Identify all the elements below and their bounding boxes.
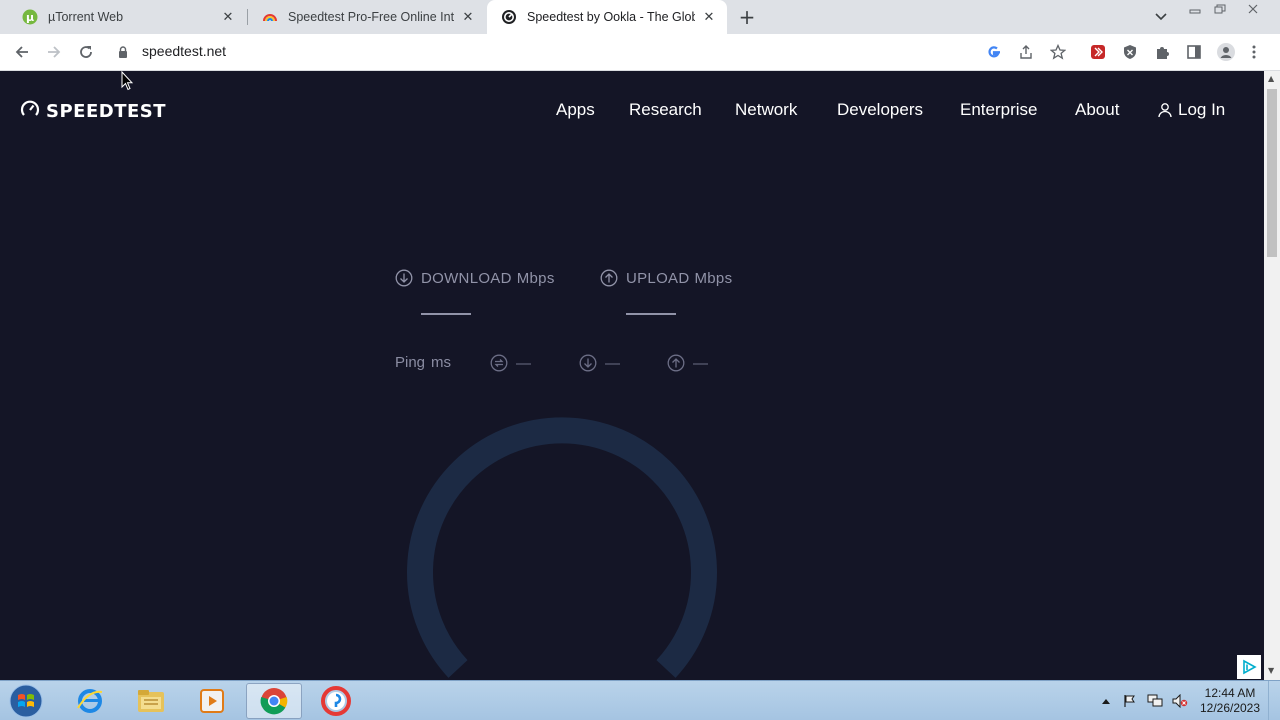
ping-label: Ping [395,354,426,371]
scroll-up-arrow-icon[interactable]: ▲ [1268,75,1276,83]
bookmark-star-icon[interactable] [1048,42,1068,62]
media-player-icon[interactable] [184,683,240,719]
tab-utorrent[interactable]: µ µTorrent Web ✕ [8,0,246,34]
rainbow-gauge-icon [262,9,278,25]
tab-title: µTorrent Web [48,10,124,24]
shield-extension-icon[interactable] [1120,42,1140,62]
scroll-thumb[interactable] [1267,89,1277,257]
logo-text: SPEEDTEST [46,100,167,122]
minimize-button[interactable] [1186,2,1204,16]
extension-red-icon[interactable] [1088,42,1108,62]
nav-enterprise[interactable]: Enterprise [960,100,1037,120]
nav-about[interactable]: About [1075,100,1119,120]
jitter-icon [490,354,516,372]
share-icon[interactable] [1016,42,1036,62]
back-arrow-icon[interactable] [12,42,32,62]
upload-unit: Mbps [694,269,733,287]
side-panel-icon[interactable] [1184,42,1204,62]
upload-label: UPLOAD [626,269,690,287]
user-icon [1157,102,1173,118]
scroll-down-arrow-icon[interactable]: ▼ [1268,667,1276,675]
tab-speedtest-pro[interactable]: Speedtest Pro-Free Online Internet Speed… [248,0,486,34]
latency-download-value: — [605,354,620,372]
speedtest-page: SPEEDTEST Apps Research Network Develope… [0,71,1264,680]
clock-time: 12:44 AM [1204,686,1256,700]
speedtest-logo[interactable]: SPEEDTEST [20,99,166,123]
profile-avatar-icon[interactable] [1216,42,1236,62]
nav-apps[interactable]: Apps [556,100,595,120]
restore-button[interactable] [1211,2,1229,16]
upload-header: UPLOAD Mbps [600,269,732,287]
download-unit: Mbps [516,269,555,287]
show-hidden-icons-arrow-icon[interactable] [1099,681,1113,720]
new-tab-button[interactable]: + [737,5,757,29]
jitter-value: — [516,354,531,372]
login-label: Log In [1178,100,1226,119]
tab-strip: µ µTorrent Web ✕ Speedtest Pro-Free Onli… [0,0,1280,34]
tab-speedtest-ookla[interactable]: Speedtest by Ookla - The Global Broadban… [487,0,727,34]
nav-research[interactable]: Research [629,100,702,120]
close-tab-icon[interactable]: ✕ [460,9,476,25]
address-bar[interactable]: speedtest.net [142,43,226,59]
ookla-icon [501,9,517,25]
forward-arrow-icon[interactable] [44,42,64,62]
tab-title: Speedtest by Ookla - The Global Broadban… [527,10,695,24]
lock-icon[interactable] [116,42,130,62]
page-scrollbar[interactable]: ▲ ▼ [1264,71,1280,680]
speed-gauge [400,416,724,680]
show-desktop-button[interactable] [1268,681,1280,720]
network-icon[interactable] [1145,681,1165,720]
windows-taskbar: 12:44 AM 12/26/2023 [0,680,1280,720]
tab-title: Speedtest Pro-Free Online Internet Speed… [288,10,454,24]
browser-toolbar: speedtest.net [0,34,1280,71]
reload-icon[interactable] [76,42,96,62]
utorrent-icon: µ [22,9,38,25]
speedometer-icon [20,99,40,123]
chrome-taskbar-icon[interactable] [246,683,302,719]
jitter-metric: — [490,354,531,372]
clock-date: 12/26/2023 [1199,701,1261,715]
upload-value-placeholder [626,313,676,315]
latency-upload-metric: — [667,354,708,372]
google-icon[interactable] [984,42,1004,62]
file-explorer-icon[interactable] [123,683,179,719]
close-window-button[interactable] [1244,2,1262,16]
more-menu-icon[interactable] [1248,42,1260,62]
vpn-app-icon[interactable] [308,683,364,719]
action-center-flag-icon[interactable] [1121,681,1139,720]
login-link[interactable]: Log In [1157,100,1225,120]
upload-arrow-icon [600,269,626,287]
close-tab-icon[interactable]: ✕ [701,9,717,25]
upload-arrow-icon [667,354,693,372]
download-value-placeholder [421,313,471,315]
internet-explorer-icon[interactable] [62,683,118,719]
download-label: DOWNLOAD [421,269,512,287]
latency-download-metric: — [579,354,620,372]
close-tab-icon[interactable]: ✕ [220,9,236,25]
ping-unit: ms [431,354,452,371]
download-header: DOWNLOAD Mbps [395,269,555,287]
nav-network[interactable]: Network [735,100,797,120]
tab-search-chevron-icon[interactable] [1152,8,1170,26]
download-arrow-icon [579,354,605,372]
extensions-puzzle-icon[interactable] [1152,42,1172,62]
mouse-cursor-icon [121,70,134,95]
ping-label-group: Ping ms [395,354,451,371]
latency-upload-value: — [693,354,708,372]
nav-developers[interactable]: Developers [837,100,923,120]
svg-text:µ: µ [26,11,34,24]
system-clock[interactable]: 12:44 AM 12/26/2023 [1196,686,1264,716]
start-button[interactable] [6,683,46,719]
adchoices-icon[interactable] [1237,655,1261,679]
volume-muted-icon[interactable] [1170,681,1190,720]
download-arrow-icon [395,269,421,287]
